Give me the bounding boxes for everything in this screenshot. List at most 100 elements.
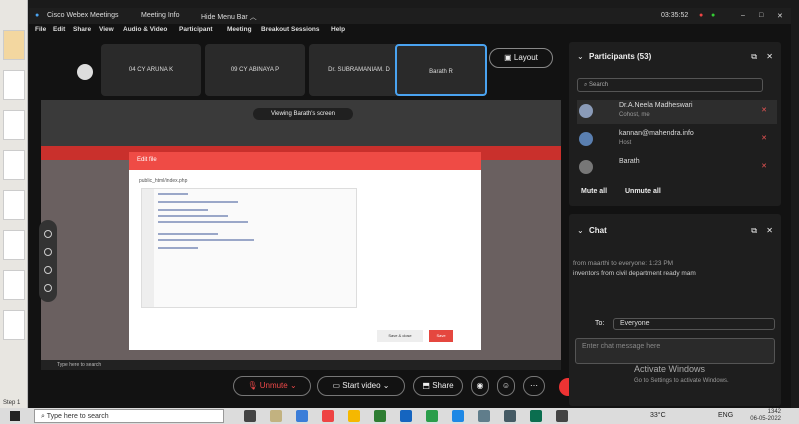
app-icon[interactable] xyxy=(556,410,568,422)
pen-icon[interactable] xyxy=(44,230,52,238)
code-editor[interactable] xyxy=(141,188,357,308)
close-panel-icon[interactable]: ✕ xyxy=(766,226,773,235)
layout-button[interactable]: ▣ Layout xyxy=(489,48,553,68)
collapse-chevron-icon[interactable]: ⌄ xyxy=(577,226,584,235)
record-button[interactable]: ◉ xyxy=(471,376,489,396)
chat-input[interactable]: Enter chat message here xyxy=(575,338,775,364)
mic-muted-icon[interactable]: ✕ xyxy=(761,134,767,142)
avatar xyxy=(579,104,593,118)
close-panel-icon[interactable]: ✕ xyxy=(766,52,773,61)
modal-path: public_html/index.php xyxy=(139,178,188,184)
collapse-chevron-icon[interactable]: ⌄ xyxy=(577,52,584,61)
strip-thumb[interactable] xyxy=(3,110,25,140)
menu-breakout[interactable]: Breakout Sessions xyxy=(261,26,320,33)
mute-all-button[interactable]: Mute all xyxy=(581,188,607,195)
layout-label: Layout xyxy=(513,53,538,62)
participant-row[interactable]: kannan@mahendra.info Host ✕ xyxy=(577,128,777,152)
app-icon[interactable] xyxy=(400,410,412,422)
save-close-button[interactable]: Save & close xyxy=(377,330,423,342)
file-explorer-icon[interactable] xyxy=(270,410,282,422)
participant-row[interactable]: Barath ✕ xyxy=(577,156,777,180)
unmute-all-button[interactable]: Unmute all xyxy=(625,188,661,195)
app-icon[interactable] xyxy=(374,410,386,422)
app-icon[interactable] xyxy=(478,410,490,422)
menu-edit[interactable]: Edit xyxy=(53,26,65,33)
chrome-icon[interactable] xyxy=(348,410,360,422)
participant-search-placeholder: Search xyxy=(589,82,609,88)
start-video-button[interactable]: ▭ Start video ⌄ xyxy=(317,376,405,396)
record-icon[interactable]: ● xyxy=(699,12,703,19)
annotation-toolbar xyxy=(39,220,57,302)
video-tile[interactable]: 09 CY ABINAYA P xyxy=(205,44,305,96)
clock-date: 06-05-2022 xyxy=(750,416,781,422)
popout-icon[interactable]: ⧉ xyxy=(751,226,757,236)
meeting-info-button[interactable]: Meeting Info xyxy=(141,12,180,19)
participant-row[interactable]: Dr.A.Neela Madheswari Cohost, me ✕ xyxy=(577,100,777,124)
app-icon[interactable] xyxy=(322,410,334,422)
menu-file[interactable]: File xyxy=(35,26,46,33)
menu-audio-video[interactable]: Audio & Video xyxy=(123,26,167,33)
language-indicator[interactable]: ENG xyxy=(718,412,733,419)
eraser-icon[interactable] xyxy=(44,266,52,274)
participants-title: Participants (53) xyxy=(589,52,652,61)
app-icon[interactable] xyxy=(504,410,516,422)
chat-title: Chat xyxy=(589,226,607,235)
minimize-icon[interactable]: – xyxy=(741,12,745,19)
unmute-button[interactable]: 🎙 Unmute ⌄ xyxy=(233,376,311,396)
strip-thumb[interactable] xyxy=(3,150,25,180)
strip-thumb[interactable] xyxy=(3,270,25,300)
task-view-icon[interactable] xyxy=(244,410,256,422)
shared-browser-chrome xyxy=(41,100,561,146)
webex-taskbar-icon[interactable] xyxy=(530,410,542,422)
modal-title: Edit file xyxy=(129,152,481,170)
menu-view[interactable]: View xyxy=(99,26,114,33)
more-options-icon[interactable]: ⋯ xyxy=(523,376,545,396)
windows-taskbar: ⌕ Type here to search 33°C ENG 1342 06-05… xyxy=(0,408,799,424)
activate-windows-hint: Go to Settings to activate Windows. xyxy=(634,378,729,384)
menu-participant[interactable]: Participant xyxy=(179,26,213,33)
windows-start-icon[interactable] xyxy=(10,411,20,421)
strip-thumb[interactable] xyxy=(3,30,25,60)
video-tile[interactable]: 04 CY ARUNA K xyxy=(101,44,201,96)
clear-icon[interactable] xyxy=(44,284,52,292)
mic-muted-icon[interactable]: ✕ xyxy=(761,162,767,170)
word-icon[interactable] xyxy=(452,410,464,422)
taskbar-search-input[interactable]: ⌕ Type here to search xyxy=(34,409,224,423)
close-icon[interactable]: ✕ xyxy=(777,12,783,20)
popout-icon[interactable]: ⧉ xyxy=(751,52,757,62)
maximize-icon[interactable]: □ xyxy=(759,12,763,19)
unmute-label: Unmute xyxy=(259,381,288,390)
code-line xyxy=(158,215,228,217)
activate-windows-title: Activate Windows xyxy=(634,364,706,374)
strip-label: Step 1 xyxy=(3,400,21,406)
whatsapp-icon[interactable] xyxy=(426,410,438,422)
viewing-banner: Viewing Barath's screen xyxy=(253,108,353,120)
side-slide-strip: Step 1 xyxy=(0,0,28,408)
strip-thumb[interactable] xyxy=(3,190,25,220)
strip-thumb[interactable] xyxy=(3,230,25,260)
participant-search-input[interactable]: ⌕ Search xyxy=(577,78,763,92)
shared-taskbar-search: Type here to search xyxy=(57,362,102,368)
mic-muted-icon[interactable]: ✕ xyxy=(761,106,767,114)
video-tile-active[interactable]: Barath R xyxy=(395,44,487,96)
reactions-button[interactable]: ☺ xyxy=(497,376,515,396)
menu-meeting[interactable]: Meeting xyxy=(227,26,252,33)
menu-help[interactable]: Help xyxy=(331,26,345,33)
code-line xyxy=(158,201,238,203)
video-tile[interactable]: Dr. SUBRAMANIAM. D xyxy=(309,44,409,96)
start-video-label: Start video xyxy=(342,381,381,390)
strip-thumb[interactable] xyxy=(3,310,25,340)
taskbar-search-placeholder: Type here to search xyxy=(46,413,109,420)
system-clock[interactable]: 1342 06-05-2022 xyxy=(750,409,781,423)
edge-icon[interactable] xyxy=(296,410,308,422)
hide-menu-button[interactable]: Hide Menu Bar ︿ xyxy=(201,12,257,22)
save-button[interactable]: Save xyxy=(429,330,453,342)
meeting-timer: 03:35:52 xyxy=(661,12,689,19)
pointer-icon[interactable] xyxy=(44,248,52,256)
code-line xyxy=(158,193,188,195)
participants-panel: Participants (53) ⌄ ⧉ ✕ ⌕ Search Dr.A.Ne… xyxy=(569,42,781,206)
menu-share[interactable]: Share xyxy=(73,26,91,33)
strip-thumb[interactable] xyxy=(3,70,25,100)
share-button[interactable]: ⬒ Share xyxy=(413,376,463,396)
recipient-select[interactable]: Everyone xyxy=(613,318,775,330)
